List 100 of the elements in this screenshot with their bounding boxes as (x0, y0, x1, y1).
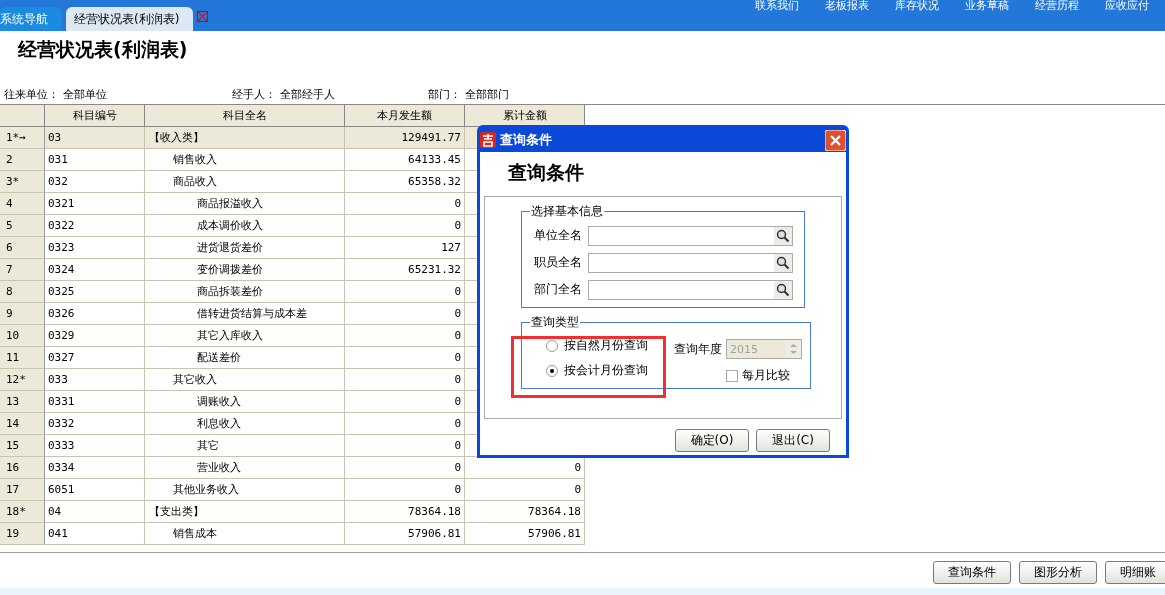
table-cell: 0322 (45, 215, 145, 237)
filter-text: 经手人： 全部经手人 (232, 87, 336, 102)
input-field[interactable] (588, 279, 793, 300)
table-cell: 0331 (45, 391, 145, 413)
table-cell: 调账收入 (145, 391, 345, 413)
table-cell: 其它 (145, 435, 345, 457)
table-cell: 0329 (45, 325, 145, 347)
filter-text: 往来单位： 全部单位 (4, 87, 108, 102)
row-number: 9 (0, 303, 45, 325)
table-cell: 其它入库收入 (145, 325, 345, 347)
row-number: 10 (0, 325, 45, 347)
table-cell: 0 (345, 479, 465, 501)
table-cell: 03 (45, 127, 145, 149)
table-cell: 033 (45, 369, 145, 391)
search-icon[interactable] (774, 253, 792, 272)
radio-button[interactable] (546, 364, 558, 377)
row-number: 1*→ (0, 127, 45, 149)
field-label: 职员全名 (534, 254, 583, 271)
column-header: 科目全名 (145, 105, 345, 127)
row-number: 12* (0, 369, 45, 391)
menu-item[interactable]: 库存状况 (895, 0, 939, 12)
menu-item[interactable]: 老板报表 (825, 0, 869, 12)
toolbar-button[interactable]: 查询条件 (933, 560, 1011, 584)
table-cell: 【收入类】 (145, 127, 345, 149)
table-cell: 商品拆装差价 (145, 281, 345, 303)
table-cell: 0324 (45, 259, 145, 281)
filter-text: 部门： 全部部门 (428, 87, 510, 102)
search-icon[interactable] (774, 280, 792, 299)
radio-option[interactable]: 按自然月份查询 (546, 337, 674, 354)
row-number: 3* (0, 171, 45, 193)
table-cell: 利息收入 (145, 413, 345, 435)
table-cell: 0 (465, 479, 585, 501)
app-logo-icon (480, 132, 496, 148)
row-number: 14 (0, 413, 45, 435)
table-cell: 0 (345, 347, 465, 369)
menu-item[interactable]: 应收应付 (1105, 0, 1149, 12)
table-cell: 0 (345, 215, 465, 237)
field-label: 单位全名 (534, 227, 583, 244)
table-cell: 0 (345, 193, 465, 215)
table-cell: 0326 (45, 303, 145, 325)
page-title: 经营状况表(利润表) (18, 37, 189, 62)
checkbox-option[interactable]: 每月比较 (726, 367, 802, 384)
table-cell: 0323 (45, 237, 145, 259)
column-header: 本月发生额 (345, 105, 465, 127)
table-cell: 配送差价 (145, 347, 345, 369)
table-cell: 129491.77 (345, 127, 465, 149)
row-number: 2 (0, 149, 45, 171)
toolbar-button[interactable]: 明细账 (1105, 560, 1165, 584)
row-number: 17 (0, 479, 45, 501)
dialog-button[interactable]: 确定(O) (675, 429, 749, 452)
table-cell: 变价调拨差价 (145, 259, 345, 281)
field-label: 部门全名 (534, 281, 583, 298)
table-cell: 0 (465, 457, 585, 479)
field-label: 查询年度 (674, 340, 722, 358)
row-number: 18* (0, 501, 45, 523)
radio-button[interactable] (546, 339, 558, 352)
table-cell: 032 (45, 171, 145, 193)
table-cell: 64133.45 (345, 149, 465, 171)
table-cell: 127 (345, 237, 465, 259)
table-cell: 借转进货结算与成本差 (145, 303, 345, 325)
row-number: 8 (0, 281, 45, 303)
radio-option[interactable]: 按会计月份查询 (546, 362, 674, 379)
row-number: 19 (0, 523, 45, 545)
table-cell: 0321 (45, 193, 145, 215)
input-field[interactable] (588, 252, 793, 273)
table-cell: 0 (345, 413, 465, 435)
column-header: 科目编号 (45, 105, 145, 127)
tab[interactable]: 经营状况表(利润表) (66, 7, 194, 31)
table-cell: 031 (45, 149, 145, 171)
table-cell: 销售收入 (145, 149, 345, 171)
toolbar-button[interactable]: 图形分析 (1019, 560, 1097, 584)
table-cell: 57906.81 (465, 523, 585, 545)
table-cell: 0 (345, 391, 465, 413)
tab[interactable]: 系统导航 (0, 7, 62, 31)
table-cell: 0334 (45, 457, 145, 479)
table-cell: 0327 (45, 347, 145, 369)
row-number: 5 (0, 215, 45, 237)
table-cell: 商品收入 (145, 171, 345, 193)
input-field[interactable] (588, 225, 793, 246)
table-cell: 0 (345, 435, 465, 457)
table-cell: 进货退货差价 (145, 237, 345, 259)
menu-item[interactable]: 经营历程 (1035, 0, 1079, 12)
menu-item[interactable]: 业务草稿 (965, 0, 1009, 12)
table-cell: 0 (345, 325, 465, 347)
checkbox[interactable] (726, 369, 738, 382)
row-number: 11 (0, 347, 45, 369)
table-cell: 78364.18 (345, 501, 465, 523)
dialog-heading: 查询条件 (507, 160, 585, 185)
dialog-button[interactable]: 退出(C) (756, 429, 830, 452)
table-cell: 57906.81 (345, 523, 465, 545)
table-cell: 6051 (45, 479, 145, 501)
column-header: 累计金额 (465, 105, 585, 127)
row-number: 4 (0, 193, 45, 215)
table-cell: 0325 (45, 281, 145, 303)
row-number: 15 (0, 435, 45, 457)
menu-item[interactable]: 联系我们 (755, 0, 799, 12)
table-cell: 041 (45, 523, 145, 545)
group-label: 选择基本信息 (530, 203, 604, 220)
row-number: 7 (0, 259, 45, 281)
search-icon[interactable] (774, 226, 792, 245)
